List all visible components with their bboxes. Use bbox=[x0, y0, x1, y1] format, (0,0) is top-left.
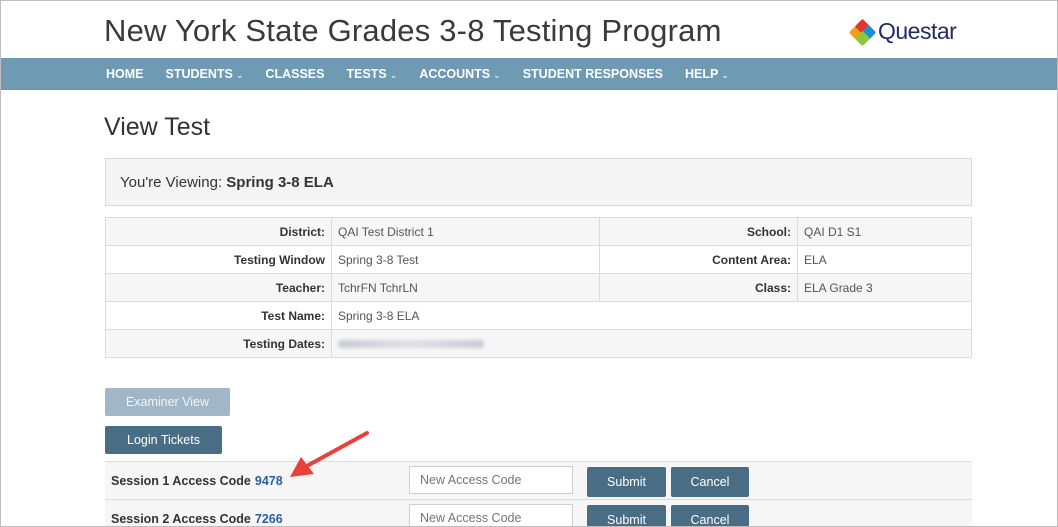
nav-tests[interactable]: TESTS ⌄ bbox=[346, 67, 397, 81]
content-area-value: ELA bbox=[797, 245, 972, 274]
app-frame: New York State Grades 3-8 Testing Progra… bbox=[0, 0, 1058, 527]
session-2-access-code[interactable]: 7266 bbox=[255, 512, 283, 526]
chevron-down-icon: ⌄ bbox=[721, 70, 729, 80]
session-2-label: Session 2 Access Code bbox=[111, 512, 251, 526]
chevron-down-icon: ⌄ bbox=[235, 70, 244, 80]
session-2-submit-button[interactable]: Submit bbox=[587, 505, 666, 526]
school-label: School: bbox=[599, 217, 798, 246]
session-1-access-code[interactable]: 9478 bbox=[255, 474, 283, 488]
table-row: Testing Window Spring 3-8 Test Content A… bbox=[105, 245, 972, 274]
questar-logo-icon bbox=[848, 18, 877, 46]
district-label: District: bbox=[105, 217, 332, 246]
table-row: Test Name: Spring 3-8 ELA bbox=[105, 301, 972, 330]
content-area-label: Content Area: bbox=[599, 245, 798, 274]
session-1-new-code-input[interactable] bbox=[409, 466, 573, 494]
nav-accounts[interactable]: ACCOUNTS ⌄ bbox=[419, 67, 500, 81]
app-title: New York State Grades 3-8 Testing Progra… bbox=[104, 13, 722, 48]
session-2-new-code-input[interactable] bbox=[409, 504, 573, 526]
nav-home[interactable]: HOME bbox=[106, 67, 144, 81]
redacted-dates bbox=[338, 340, 484, 349]
test-name-label: Test Name: bbox=[105, 301, 332, 330]
viewing-test-name: Spring 3-8 ELA bbox=[226, 174, 334, 191]
logo-text: Questar bbox=[878, 18, 957, 44]
login-tickets-button[interactable]: Login Tickets bbox=[105, 426, 222, 454]
questar-logo[interactable]: Questar bbox=[848, 18, 957, 46]
session-1-row: Session 1 Access Code 9478 Submit Cancel bbox=[105, 461, 972, 501]
testing-dates-label: Testing Dates: bbox=[105, 329, 332, 358]
teacher-value: TchrFN TchrLN bbox=[331, 273, 600, 302]
district-value: QAI Test District 1 bbox=[331, 217, 600, 246]
nav-classes[interactable]: CLASSES bbox=[265, 67, 324, 81]
page-title: View Test bbox=[104, 113, 211, 141]
nav-student-responses[interactable]: STUDENT RESPONSES bbox=[523, 67, 663, 81]
session-2-cancel-button[interactable]: Cancel bbox=[671, 505, 749, 526]
chevron-down-icon: ⌄ bbox=[493, 70, 501, 80]
main-navbar: HOME STUDENTS ⌄ CLASSES TESTS ⌄ ACCOUNTS ⌄ … bbox=[1, 58, 1057, 90]
table-row: Teacher: TchrFN TchrLN Class: ELA Grade … bbox=[105, 273, 972, 302]
school-value: QAI D1 S1 bbox=[797, 217, 972, 246]
testing-window-value: Spring 3-8 Test bbox=[331, 245, 600, 274]
viewing-panel: You're Viewing: Spring 3-8 ELA bbox=[105, 158, 972, 206]
session-1-submit-button[interactable]: Submit bbox=[587, 467, 666, 497]
table-row: District: QAI Test District 1 School: QA… bbox=[105, 217, 972, 246]
chevron-down-icon: ⌄ bbox=[389, 70, 398, 80]
teacher-label: Teacher: bbox=[105, 273, 332, 302]
session-1-cancel-button[interactable]: Cancel bbox=[671, 467, 749, 497]
viewing-prefix: You're Viewing: bbox=[120, 174, 223, 191]
class-label: Class: bbox=[599, 273, 798, 302]
session-1-label: Session 1 Access Code bbox=[111, 474, 251, 488]
nav-help[interactable]: HELP ⌄ bbox=[685, 67, 729, 81]
testing-window-label: Testing Window bbox=[105, 245, 332, 274]
session-2-row: Session 2 Access Code 7266 Submit Cancel bbox=[105, 499, 972, 526]
nav-students[interactable]: STUDENTS ⌄ bbox=[166, 67, 244, 81]
class-value: ELA Grade 3 bbox=[797, 273, 972, 302]
table-row: Testing Dates: bbox=[105, 329, 972, 358]
testing-dates-value bbox=[331, 329, 972, 358]
examiner-view-button[interactable]: Examiner View bbox=[105, 388, 230, 416]
test-info-table: District: QAI Test District 1 School: QA… bbox=[105, 217, 972, 358]
test-name-value: Spring 3-8 ELA bbox=[331, 301, 972, 330]
